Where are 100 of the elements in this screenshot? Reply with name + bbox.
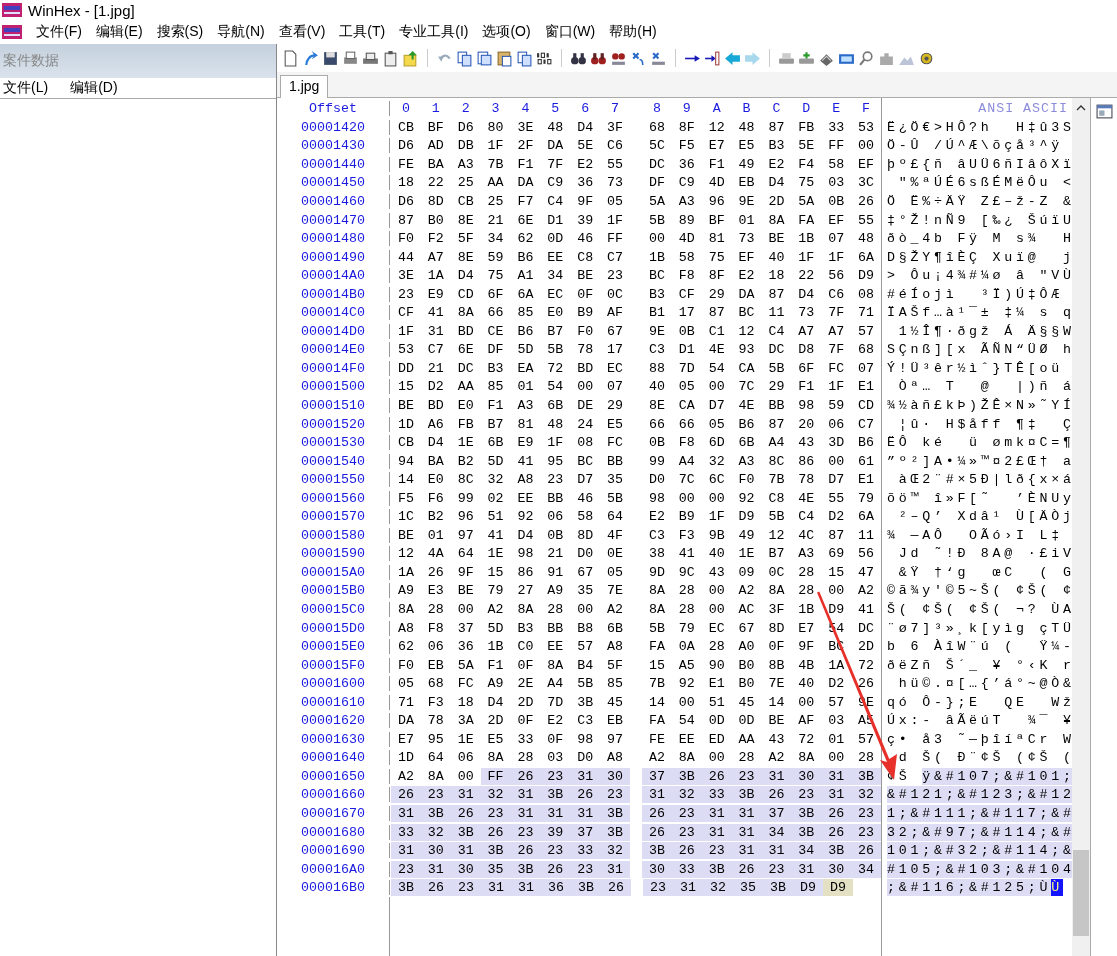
clipboard-icon[interactable] xyxy=(382,49,399,67)
menu-item[interactable]: 选项(O) xyxy=(482,22,531,42)
window-icon[interactable] xyxy=(1095,103,1113,120)
selected-hex-byte: 32 xyxy=(703,879,733,897)
menu-item[interactable]: 导航(N) xyxy=(217,22,265,42)
menu-item[interactable]: 编辑(D) xyxy=(70,79,118,97)
hex-byte: C4 xyxy=(546,192,565,210)
hex-byte: 0F xyxy=(767,638,786,656)
hex-byte: 43 xyxy=(797,434,816,452)
curved-arrow-icon[interactable] xyxy=(302,49,319,67)
hex-byte: 66 xyxy=(647,415,666,433)
hex-byte: DA xyxy=(737,285,756,303)
hex-byte: 64 xyxy=(456,545,475,563)
menu-item[interactable]: 工具(T) xyxy=(339,22,386,42)
menu-item[interactable]: 帮助(H) xyxy=(609,22,657,42)
hex-byte: 12 xyxy=(767,526,786,544)
hex-byte: FA xyxy=(797,211,816,229)
hex-byte: 3B xyxy=(576,693,595,711)
hex-byte: DF xyxy=(486,341,505,359)
copy-icon[interactable] xyxy=(516,49,533,67)
hex-byte: F0 xyxy=(396,656,415,674)
goto-icon[interactable] xyxy=(704,49,721,67)
hex-byte: B3 xyxy=(647,285,666,303)
file-tab[interactable]: 1.jpg xyxy=(280,75,329,98)
menu-item[interactable]: 专业工具(I) xyxy=(399,22,469,42)
menu-item[interactable]: 搜索(S) xyxy=(156,22,204,42)
hex-byte: FC xyxy=(456,675,475,693)
scrollbar[interactable] xyxy=(1072,98,1090,956)
hex-byte: 07 xyxy=(857,359,876,377)
hex-byte: F4 xyxy=(797,155,816,173)
offset-label: 00001640 xyxy=(301,750,365,766)
menu-item[interactable]: 文件(F) xyxy=(36,22,82,42)
hex-byte: BB xyxy=(606,452,625,470)
copy-icon[interactable] xyxy=(476,49,493,67)
menu-item[interactable]: 查看(V) xyxy=(278,22,326,42)
hex-byte: 36 xyxy=(456,638,475,656)
hex-byte: 3E xyxy=(516,118,535,136)
menu-item[interactable]: 窗口(W) xyxy=(544,22,596,42)
scrollbar-thumb[interactable] xyxy=(1073,850,1089,936)
selected-ascii-text: 32;&#97;&#114;&# xyxy=(887,823,1075,841)
selected-hex-byte: 23 xyxy=(570,860,601,878)
hex-byte: A8 xyxy=(396,619,415,637)
ascii-text: ©ã¾y'©5~Š( ¢Š( ¢ xyxy=(887,582,1075,600)
search-icon[interactable] xyxy=(858,49,875,67)
hex-byte: E5 xyxy=(606,415,625,433)
hex-byte: F1 xyxy=(797,378,816,396)
menu-item[interactable]: 文件(L) xyxy=(3,79,49,97)
selected-hex-byte: 3B xyxy=(821,842,852,860)
hex-byte: 6E xyxy=(456,341,475,359)
hex-byte: 21 xyxy=(426,359,445,377)
hex-byte: EB xyxy=(426,656,445,674)
hex-byte: 8D xyxy=(426,192,445,210)
hex-byte: 9E xyxy=(647,322,666,340)
hex-byte: 09 xyxy=(737,563,756,581)
hex-byte: 00 xyxy=(576,378,595,396)
menu-item[interactable]: 编辑(E) xyxy=(95,22,143,42)
hex-byte: 0A xyxy=(677,638,696,656)
hex-byte: F3 xyxy=(677,526,696,544)
hex-byte: A2 xyxy=(396,767,415,785)
hex-byte: 1F xyxy=(486,137,505,155)
hex-byte: AA xyxy=(486,174,505,192)
hex-byte: F2 xyxy=(426,230,445,248)
paste-icon[interactable] xyxy=(496,49,513,67)
hex-byte: B8 xyxy=(576,619,595,637)
hex-byte: 06 xyxy=(546,508,565,526)
selected-hex-byte: 30 xyxy=(600,767,630,785)
printer-icon[interactable] xyxy=(342,49,359,67)
document-icon[interactable] xyxy=(282,49,299,67)
hex-byte: 17 xyxy=(677,304,696,322)
hex-byte: 1D xyxy=(396,749,415,767)
hex-byte: 97 xyxy=(456,526,475,544)
column-header: 0 xyxy=(400,100,411,116)
hex-byte: 1F xyxy=(797,248,816,266)
copy-icon[interactable] xyxy=(456,49,473,67)
app-logo-icon[interactable] xyxy=(2,24,22,40)
hex-byte: 8A xyxy=(797,749,816,767)
hex-byte: ED xyxy=(707,730,726,748)
disk-drive-icon[interactable] xyxy=(798,49,815,67)
column-header: 5 xyxy=(550,100,561,116)
offset-label: 00001560 xyxy=(301,490,365,506)
hex-byte: 8E xyxy=(456,211,475,229)
hex-byte: 29 xyxy=(707,285,726,303)
hex-byte: 1F xyxy=(827,248,846,266)
column-header: D xyxy=(801,100,812,116)
selected-hex-byte: 33 xyxy=(671,860,702,878)
hex-byte: 9B xyxy=(707,526,726,544)
hex-byte: D7 xyxy=(576,471,595,489)
hex-byte: 29 xyxy=(767,378,786,396)
offset-label: 000015B0 xyxy=(301,583,365,599)
hex-byte: E7 xyxy=(396,730,415,748)
selected-ascii-text: 1;&#111;&#117;&# xyxy=(887,805,1075,822)
upload-icon[interactable] xyxy=(402,49,419,67)
hex-byte: 01 xyxy=(426,526,445,544)
hex-byte: E1 xyxy=(707,675,726,693)
hex-byte: EE xyxy=(546,248,565,266)
selected-hex-byte: 36 xyxy=(541,879,571,897)
hex-byte: 15 xyxy=(396,378,415,396)
hex-byte: AD xyxy=(426,137,445,155)
hex-byte: 23 xyxy=(546,471,565,489)
hex-byte: D4 xyxy=(486,693,505,711)
